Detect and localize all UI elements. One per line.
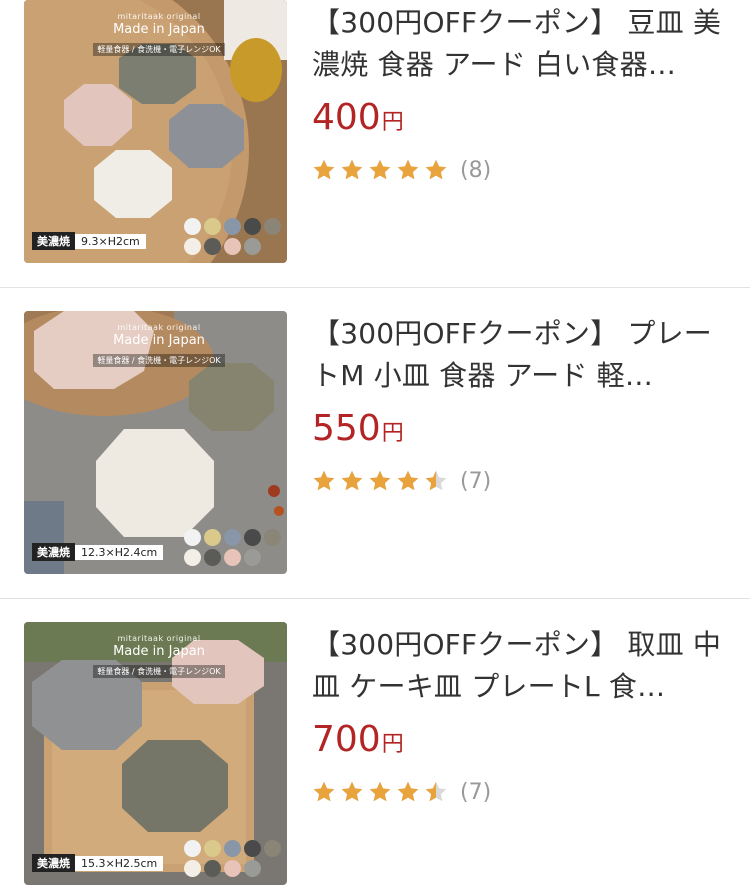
- product-image[interactable]: mitaritaak original Made in Japan 軽量食器 /…: [24, 622, 287, 885]
- star-rating: (7): [312, 463, 491, 499]
- color-swatches: [184, 529, 281, 566]
- price-value: 700: [312, 719, 381, 760]
- star-icon: [368, 469, 392, 493]
- color-swatch: [204, 549, 221, 566]
- color-swatches: [184, 218, 281, 255]
- size-badge: 美濃焼 9.3×H2cm: [32, 232, 146, 250]
- product-title[interactable]: 【300円OFFクーポン】 豆皿 美濃焼 食器 アード 白い食器…: [312, 2, 722, 86]
- color-swatch: [224, 238, 241, 255]
- review-count[interactable]: (8): [460, 158, 491, 183]
- color-swatch: [224, 549, 241, 566]
- star-icon: [340, 158, 364, 182]
- color-swatch: [184, 529, 201, 546]
- color-swatch: [184, 860, 201, 877]
- star-half-icon: [424, 469, 448, 493]
- star-icon: [396, 469, 420, 493]
- price-value: 550: [312, 408, 381, 449]
- color-swatches: [184, 840, 281, 877]
- made-in-japan-label: mitaritaak original Made in Japan 軽量食器 /…: [84, 634, 234, 678]
- color-swatch: [244, 549, 261, 566]
- size-badge: 美濃焼 15.3×H2.5cm: [32, 854, 164, 872]
- color-swatch: [224, 840, 241, 857]
- product-image[interactable]: mitaritaak original Made in Japan 軽量食器 /…: [24, 0, 287, 263]
- color-swatch: [264, 218, 281, 235]
- product-card[interactable]: mitaritaak original Made in Japan 軽量食器 /…: [0, 0, 750, 288]
- color-swatch: [184, 840, 201, 857]
- star-icon: [340, 780, 364, 804]
- color-swatch: [184, 238, 201, 255]
- star-icon: [424, 158, 448, 182]
- product-title[interactable]: 【300円OFFクーポン】 プレートM 小皿 食器 アード 軽…: [312, 313, 722, 397]
- star-icon: [340, 469, 364, 493]
- review-count[interactable]: (7): [460, 469, 491, 494]
- product-price: 400円: [312, 97, 404, 144]
- color-swatch: [244, 860, 261, 877]
- product-title[interactable]: 【300円OFFクーポン】 取皿 中皿 ケーキ皿 プレートL 食…: [312, 624, 722, 708]
- star-icon: [312, 780, 336, 804]
- star-icon: [396, 158, 420, 182]
- price-currency: 円: [381, 732, 404, 757]
- star-icon: [312, 158, 336, 182]
- product-image[interactable]: mitaritaak original Made in Japan 軽量食器 /…: [24, 311, 287, 574]
- made-in-japan-label: mitaritaak original Made in Japan 軽量食器 /…: [84, 323, 234, 367]
- color-swatch: [204, 860, 221, 877]
- color-swatch: [184, 218, 201, 235]
- product-price: 550円: [312, 408, 404, 455]
- star-rating: (7): [312, 774, 491, 810]
- color-swatch: [204, 238, 221, 255]
- review-count[interactable]: (7): [460, 780, 491, 805]
- made-in-japan-label: mitaritaak original Made in Japan 軽量食器 /…: [84, 12, 234, 56]
- product-card[interactable]: mitaritaak original Made in Japan 軽量食器 /…: [0, 288, 750, 599]
- color-swatch: [204, 529, 221, 546]
- color-swatch: [224, 218, 241, 235]
- star-half-icon: [424, 780, 448, 804]
- star-icon: [396, 780, 420, 804]
- color-swatch: [204, 218, 221, 235]
- color-swatch: [244, 840, 261, 857]
- star-rating: (8): [312, 152, 491, 188]
- color-swatch: [264, 840, 281, 857]
- price-currency: 円: [381, 110, 404, 135]
- star-icon: [312, 469, 336, 493]
- product-list: mitaritaak original Made in Japan 軽量食器 /…: [0, 0, 750, 885]
- color-swatch: [264, 529, 281, 546]
- color-swatch: [204, 840, 221, 857]
- product-card[interactable]: mitaritaak original Made in Japan 軽量食器 /…: [0, 599, 750, 885]
- product-price: 700円: [312, 719, 404, 766]
- color-swatch: [184, 549, 201, 566]
- size-badge: 美濃焼 12.3×H2.4cm: [32, 543, 164, 561]
- color-swatch: [244, 529, 261, 546]
- color-swatch: [224, 860, 241, 877]
- color-swatch: [224, 529, 241, 546]
- price-value: 400: [312, 97, 381, 138]
- color-swatch: [244, 218, 261, 235]
- price-currency: 円: [381, 421, 404, 446]
- star-icon: [368, 780, 392, 804]
- star-icon: [368, 158, 392, 182]
- color-swatch: [244, 238, 261, 255]
